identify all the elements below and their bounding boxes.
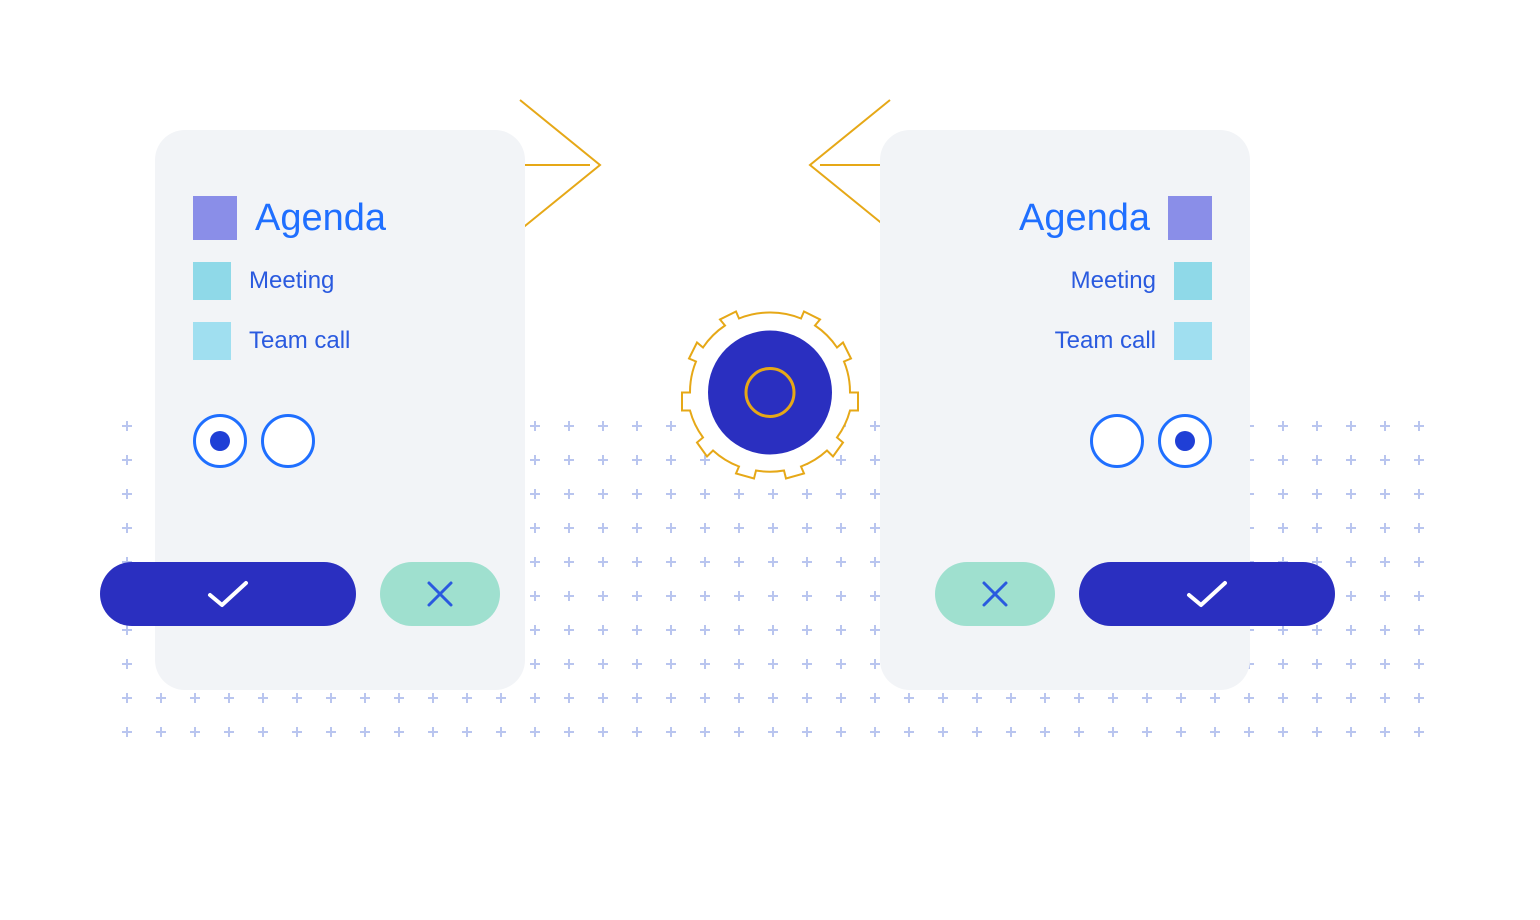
button-bar-rtl	[935, 562, 1335, 626]
item-swatch-icon	[1174, 322, 1212, 360]
radio-option-2[interactable]	[261, 414, 315, 468]
radio-group	[918, 414, 1212, 468]
list-item-label: Meeting	[249, 267, 334, 295]
radio-option-1[interactable]	[193, 414, 247, 468]
check-icon	[206, 578, 250, 610]
item-swatch-icon	[193, 262, 231, 300]
agenda-swatch-icon	[193, 196, 237, 240]
radio-group	[193, 414, 487, 468]
gear-icon	[680, 303, 860, 488]
card-title: Agenda	[255, 197, 386, 240]
radio-option-2[interactable]	[1158, 414, 1212, 468]
close-icon	[981, 580, 1009, 608]
cancel-button[interactable]	[380, 562, 500, 626]
list-item-label: Team call	[1055, 327, 1156, 355]
cancel-button[interactable]	[935, 562, 1055, 626]
button-bar-ltr	[100, 562, 500, 626]
item-swatch-icon	[193, 322, 231, 360]
close-icon	[426, 580, 454, 608]
agenda-swatch-icon	[1168, 196, 1212, 240]
card-title: Agenda	[1019, 197, 1150, 240]
radio-option-1[interactable]	[1090, 414, 1144, 468]
list-item-label: Meeting	[1071, 267, 1156, 295]
check-icon	[1185, 578, 1229, 610]
confirm-button[interactable]	[100, 562, 356, 626]
confirm-button[interactable]	[1079, 562, 1335, 626]
list-item-label: Team call	[249, 327, 350, 355]
item-swatch-icon	[1174, 262, 1212, 300]
